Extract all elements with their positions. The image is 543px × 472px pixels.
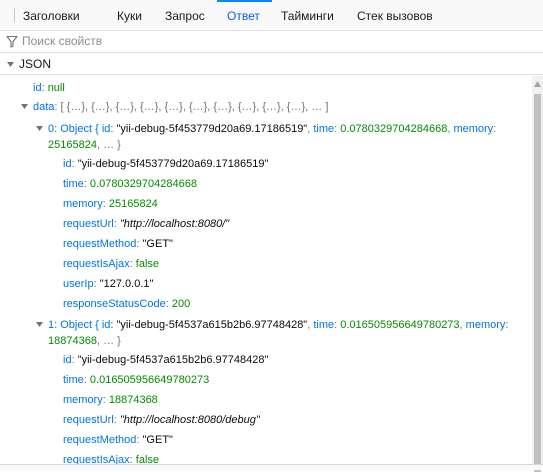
- object-summary-memory-key: memory: [465, 319, 506, 331]
- tab-response-label: Ответ: [227, 9, 260, 23]
- tab-stack-trace[interactable]: Стек вызовов: [357, 0, 433, 30]
- tree-row-item-1-time[interactable]: time: 0.016505956649780273: [63, 371, 209, 389]
- json-section-header[interactable]: JSON: [0, 55, 543, 75]
- tree-row-item-1-id[interactable]: id: "yii-debug-5f4537a615b2b6.97748428": [63, 351, 268, 369]
- object-summary-prefix: Object { id:: [60, 319, 117, 331]
- tree-row-item-1-wrap: 18874368, … }: [48, 332, 121, 350]
- tab-cookies[interactable]: Куки: [117, 0, 142, 30]
- scrollbar-thumb[interactable]: [534, 94, 541, 472]
- object-summary-id: "yii-debug-5f4537a615b2b6.97748428": [116, 319, 308, 331]
- property-value: false: [135, 258, 160, 270]
- property-value: null: [47, 82, 65, 94]
- chevron-down-icon[interactable]: [7, 62, 14, 67]
- property-value: "GET": [142, 238, 173, 250]
- property-value: 0.0780329704284668: [89, 178, 197, 190]
- property-filter-bar: [0, 31, 543, 53]
- chevron-down-icon[interactable]: [36, 322, 43, 327]
- active-tab-indicator: [217, 0, 272, 2]
- tab-timings[interactable]: Тайминги: [281, 0, 334, 30]
- panel-bottom-edge: [0, 464, 543, 470]
- section-title: JSON: [19, 57, 52, 71]
- property-value: 18874368: [108, 394, 158, 406]
- property-key: id: [33, 82, 42, 94]
- details-tab-bar: Заголовки Куки Запрос Ответ Тайминги Сте…: [0, 0, 543, 31]
- object-summary-time-key: time: [313, 319, 335, 331]
- object-summary-memory: 18874368: [48, 335, 97, 347]
- tree-row-item-0-requesturl[interactable]: requestUrl: "http://localhost:8080/": [63, 215, 229, 233]
- property-value: "yii-debug-5f4537a615b2b6.97748428": [77, 354, 269, 366]
- object-summary-suffix: , … }: [96, 335, 121, 347]
- object-summary-suffix: , … }: [96, 139, 121, 151]
- object-summary-time: 0.0780329704284668: [340, 123, 448, 135]
- tree-row-item-0-time[interactable]: time: 0.0780329704284668: [63, 175, 197, 193]
- tree-row-item-1-requestmethod[interactable]: requestMethod: "GET": [63, 431, 173, 449]
- tree-row-item-1-requestisajax[interactable]: requestIsAjax: false: [63, 451, 159, 464]
- property-value: 200: [171, 298, 191, 310]
- tree-row-item-0-memory[interactable]: memory: 25165824: [63, 195, 158, 213]
- property-value: "http://localhost:8080/": [119, 218, 230, 230]
- tree-row-item-0-id[interactable]: id: "yii-debug-5f453779d20a69.17186519": [63, 155, 268, 173]
- filter-properties-input[interactable]: [22, 33, 422, 49]
- object-summary-time: 0.016505956649780273: [340, 319, 460, 331]
- property-value: "yii-debug-5f453779d20a69.17186519": [77, 158, 269, 170]
- property-value: 0.016505956649780273: [89, 374, 210, 386]
- tab-request[interactable]: Запрос: [165, 0, 205, 30]
- object-summary-memory-key: memory: [453, 123, 494, 135]
- tree-scrollbar[interactable]: [532, 76, 543, 472]
- tree-row-item-0-responsestatuscode[interactable]: responseStatusCode: 200: [63, 295, 190, 313]
- object-summary-time-key: time: [313, 123, 335, 135]
- filter-icon: [6, 35, 18, 48]
- tab-bar-separator: [6, 8, 15, 22]
- object-summary-id: "yii-debug-5f453779d20a69.17186519": [116, 123, 308, 135]
- array-preview: [ {…}, {…}, {…}, {…}, {…}, {…}, {…}, {…}…: [60, 101, 329, 113]
- chevron-down-icon[interactable]: [21, 104, 28, 109]
- chevron-down-icon[interactable]: [36, 126, 43, 131]
- object-summary-memory: 25165824: [48, 139, 97, 151]
- property-value: "GET": [142, 434, 173, 446]
- property-value: false: [135, 454, 160, 464]
- object-summary-prefix: Object { id:: [60, 123, 117, 135]
- property-key: data: [33, 101, 55, 113]
- tree-row-id[interactable]: id: null: [33, 79, 65, 97]
- property-value: "http://localhost:8080/debug": [119, 414, 260, 426]
- property-value: "127.0.0.1": [99, 278, 154, 290]
- tab-response[interactable]: Ответ: [217, 0, 272, 30]
- tab-headers[interactable]: Заголовки: [23, 0, 80, 30]
- tree-row-item-1-requesturl[interactable]: requestUrl: "http://localhost:8080/debug…: [63, 411, 260, 429]
- scroll-up-arrow-icon[interactable]: [534, 81, 541, 87]
- tree-row-item-0-userip[interactable]: userIp: "127.0.0.1": [63, 275, 153, 293]
- tree-row-item-0-requestisajax[interactable]: requestIsAjax: false: [63, 255, 159, 273]
- property-value: 25165824: [108, 198, 158, 210]
- json-tree: id: null data: [ {…}, {…}, {…}, {…}, {…}…: [0, 76, 532, 464]
- tree-row-item-1-memory[interactable]: memory: 18874368: [63, 391, 158, 409]
- tree-row-item-0-wrap: 25165824, … }: [48, 136, 121, 154]
- tree-row-item-0-requestmethod[interactable]: requestMethod: "GET": [63, 235, 173, 253]
